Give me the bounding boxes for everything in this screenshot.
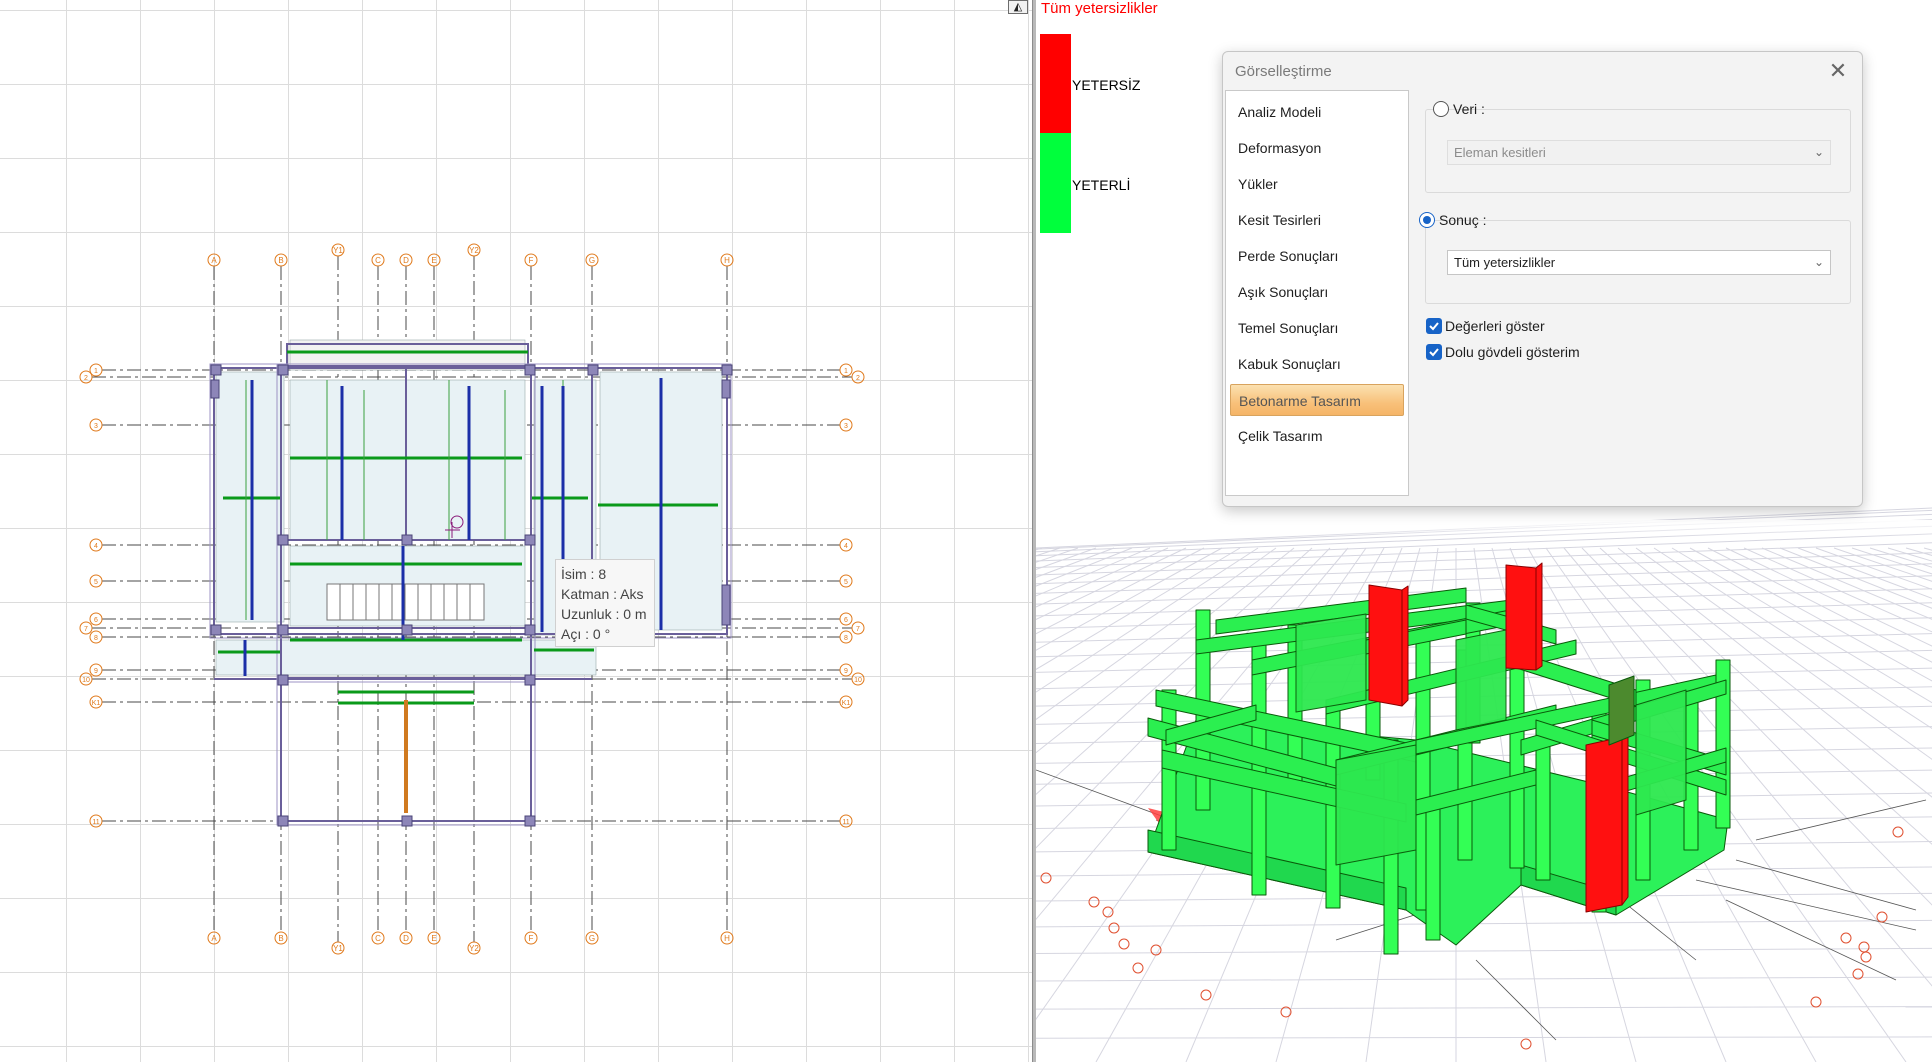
result-select[interactable]: Tüm yetersizlikler ⌄ [1447, 250, 1831, 275]
legend-swatch-insufficient [1040, 34, 1071, 133]
visualization-dialog: Görselleştirme ✕ Analiz Modeli Deformasy… [1222, 51, 1863, 507]
axis-label: 9 [94, 668, 98, 675]
axis-label: E [431, 934, 436, 943]
axis-label: G [589, 934, 595, 943]
close-icon[interactable]: ✕ [1824, 58, 1852, 84]
nav-item-purlin-results[interactable]: Aşık Sonuçları [1230, 276, 1404, 308]
axis-label: 1 [844, 368, 848, 375]
axis-label: 11 [92, 819, 99, 826]
legend-swatch-sufficient [1040, 133, 1071, 233]
nav-item-section-forces[interactable]: Kesit Tesirleri [1230, 204, 1404, 236]
axis-label: 8 [844, 635, 848, 642]
legend-label-insufficient: YETERSİZ [1072, 77, 1141, 93]
data-select-value: Eleman kesitleri [1454, 145, 1546, 160]
nav-item-loads[interactable]: Yükler [1230, 168, 1404, 200]
result-select-value: Tüm yetersizlikler [1454, 255, 1556, 270]
nav-item-shear-wall-results[interactable]: Perde Sonuçları [1230, 240, 1404, 272]
nav-item-shell-results[interactable]: Kabuk Sonuçları [1230, 348, 1404, 380]
axis-label: 8 [94, 635, 98, 642]
axis-label: 6 [94, 617, 98, 624]
show-values-label: Değerleri göster [1445, 318, 1545, 334]
element-info-tooltip: İsim : 8 Katman : Aks Uzunluk : 0 m Açı … [555, 559, 655, 647]
axis-label: G [589, 256, 595, 265]
legend-title: Tüm yetersizlikler [1041, 0, 1158, 17]
axis-label: 10 [854, 677, 862, 684]
legend-label-sufficient: YETERLİ [1072, 177, 1131, 193]
chevron-down-icon: ⌄ [1813, 255, 1824, 269]
tooltip-angle: Açı : 0 ° [561, 626, 611, 642]
axis-label: Y1 [333, 246, 343, 255]
axis-label: A [211, 934, 217, 943]
axis-label: 6 [844, 617, 848, 624]
axis-label: 2 [856, 375, 860, 382]
axis-label: F [529, 934, 534, 943]
show-values-checkbox[interactable] [1426, 318, 1442, 334]
axis-label: 9 [844, 668, 848, 675]
result-radio[interactable] [1419, 212, 1435, 228]
axis-label: H [724, 934, 730, 943]
axis-label: F [529, 256, 534, 265]
plan-view-canvas[interactable]: A B Y1 C D E Y2 F G H A B Y1 C D E Y2 F … [0, 0, 1032, 1062]
nav-item-rc-design[interactable]: Betonarme Tasarım [1230, 384, 1404, 416]
result-radio-label: Sonuç : [1439, 212, 1487, 228]
chevron-down-icon: ⌄ [1813, 145, 1824, 159]
checkmark-icon [1429, 348, 1439, 357]
tooltip-length: Uzunluk : 0 m [561, 606, 647, 622]
nav-item-foundation-results[interactable]: Temel Sonuçları [1230, 312, 1404, 344]
axis-label: 2 [84, 375, 88, 382]
axis-label: D [403, 256, 409, 265]
nav-item-deformation[interactable]: Deformasyon [1230, 132, 1404, 164]
axis-label: Y1 [333, 944, 343, 953]
tooltip-layer: Katman : Aks [561, 586, 644, 602]
dialog-title: Görselleştirme [1235, 63, 1332, 80]
axis-label: C [375, 934, 381, 943]
axis-label: B [278, 934, 283, 943]
axis-label: C [375, 256, 381, 265]
axis-label: 4 [94, 543, 98, 550]
axis-label: B [278, 256, 283, 265]
axis-label: K1 [842, 700, 851, 707]
tooltip-name: İsim : 8 [561, 566, 607, 582]
axis-label: 11 [842, 819, 849, 826]
axis-label: 3 [844, 423, 848, 430]
collapse-panel-button[interactable]: ◭ [1008, 0, 1028, 14]
nav-item-analysis-model[interactable]: Analiz Modeli [1230, 96, 1404, 128]
axis-label: 7 [856, 626, 860, 633]
axis-label: 1 [94, 368, 98, 375]
axis-label: 4 [844, 543, 848, 550]
axis-label: 5 [844, 579, 848, 586]
data-radio-label: Veri : [1453, 101, 1485, 117]
floor-plan-drawing[interactable]: A B Y1 C D E Y2 F G H A B Y1 C D E Y2 F … [0, 0, 1032, 1062]
data-select: Eleman kesitleri ⌄ [1447, 140, 1831, 165]
axis-label: 7 [84, 626, 88, 633]
checkmark-icon [1429, 322, 1439, 331]
nav-item-steel-design[interactable]: Çelik Tasarım [1230, 420, 1404, 452]
axis-label: E [431, 256, 436, 265]
axis-label: 10 [82, 677, 90, 684]
axis-label: H [724, 256, 730, 265]
axis-label: 5 [94, 579, 98, 586]
axis-label: K1 [92, 700, 101, 707]
visualization-category-list: Analiz Modeli Deformasyon Yükler Kesit T… [1225, 90, 1409, 496]
axis-label: 3 [94, 423, 98, 430]
axis-label: Y2 [469, 246, 479, 255]
axis-label: D [403, 934, 409, 943]
data-radio[interactable] [1433, 101, 1449, 117]
solid-web-label: Dolu gövdeli gösterim [1445, 344, 1580, 360]
axis-label: Y2 [469, 944, 479, 953]
solid-web-checkbox[interactable] [1426, 344, 1442, 360]
axis-label: A [211, 256, 217, 265]
